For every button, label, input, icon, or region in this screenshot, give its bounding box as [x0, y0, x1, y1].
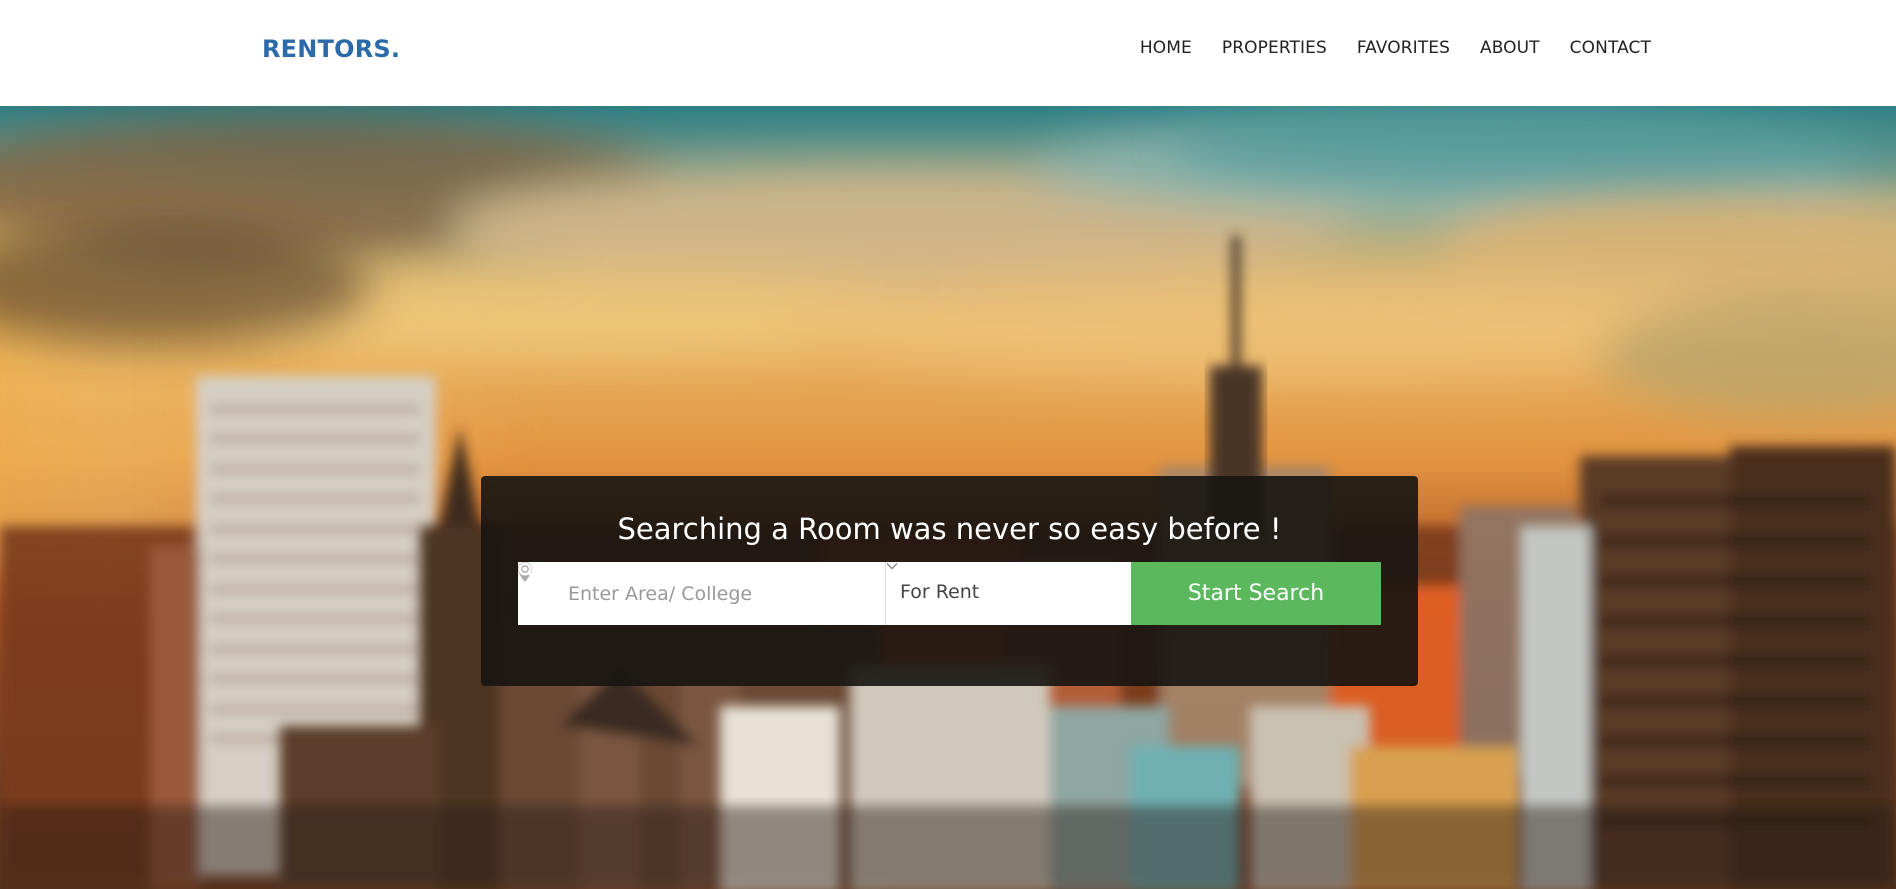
- nav-home[interactable]: HOME: [1140, 38, 1192, 58]
- nav-contact[interactable]: CONTACT: [1570, 38, 1651, 58]
- search-icon: [518, 562, 536, 580]
- search-panel: Searching a Room was never so easy befor…: [481, 476, 1418, 686]
- main-nav: HOME PROPERTIES FAVORITES ABOUT CONTACT: [1140, 38, 1651, 58]
- brand-logo[interactable]: RENTORS.: [262, 35, 400, 63]
- nav-about[interactable]: ABOUT: [1480, 38, 1540, 58]
- nav-properties[interactable]: PROPERTIES: [1222, 38, 1327, 58]
- area-input[interactable]: [568, 562, 868, 625]
- site-header: RENTORS. HOME PROPERTIES FAVORITES ABOUT…: [0, 0, 1896, 106]
- nav-favorites[interactable]: FAVORITES: [1357, 38, 1450, 58]
- start-search-button[interactable]: Start Search: [518, 562, 1381, 625]
- hero-section: Searching a Room was never so easy befor…: [0, 106, 1896, 889]
- area-field-wrapper: [518, 562, 886, 625]
- start-search-label: Start Search: [1187, 581, 1325, 606]
- search-title: Searching a Room was never so easy befor…: [617, 512, 1282, 546]
- search-form: For Rent Start Search: [518, 562, 1381, 625]
- chevron-down-icon: [886, 563, 898, 570]
- listing-type-value: For Rent: [900, 581, 980, 603]
- listing-type-select[interactable]: For Rent: [886, 562, 1131, 625]
